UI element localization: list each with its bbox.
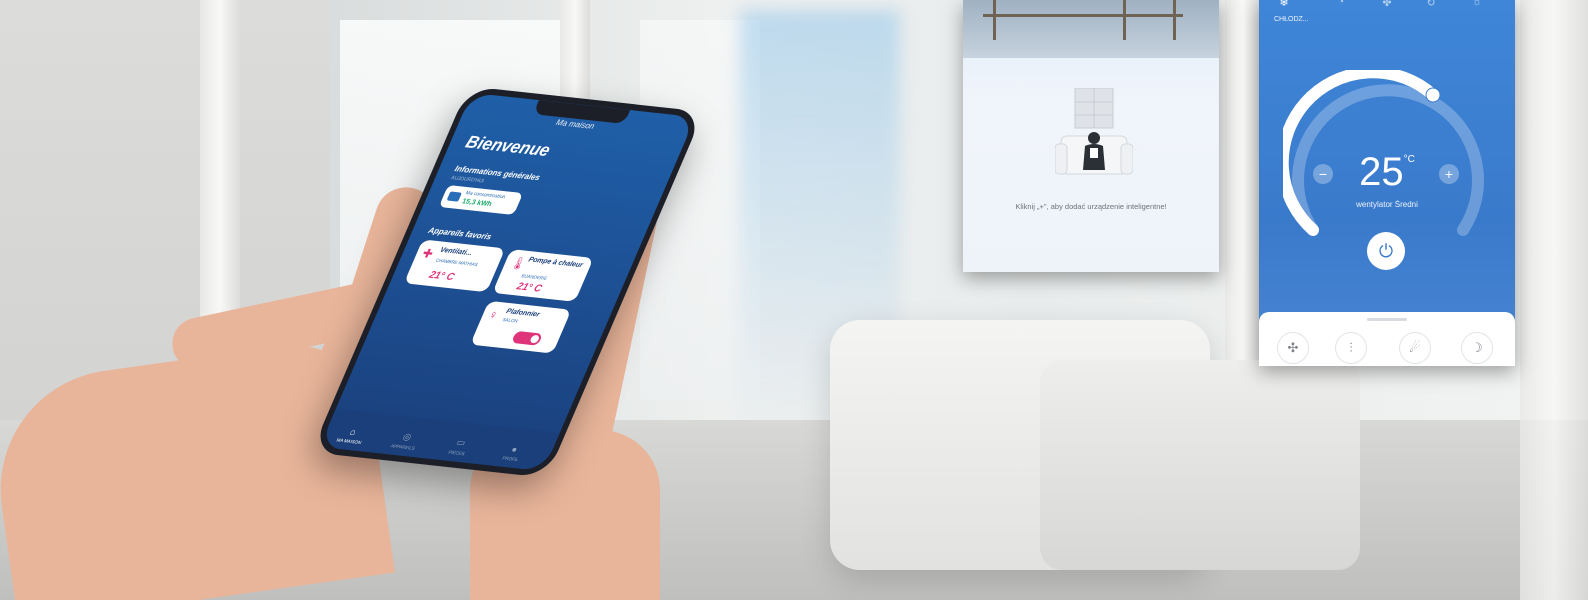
info-subheading: AUJOURD'HUI <box>449 175 485 185</box>
favorites-heading: Appareils favoris <box>426 225 493 242</box>
dry-icon[interactable]: ◔ <box>1329 0 1353 8</box>
devices-icon: ◎ <box>401 431 414 443</box>
mode-label: CHŁODZ... <box>1274 16 1309 23</box>
sleep-icon[interactable]: ☽ <box>1461 332 1493 364</box>
temperature-display: 25°C <box>1359 150 1415 194</box>
empty-state-message: Kliknij „+", aby dodać urządzenie inteli… <box>1015 202 1167 211</box>
ac-control-screen: ❄ ◔ ✤ ↻ ☼ CHŁODZ... − 25°C + wentylator … <box>1259 0 1515 366</box>
device-card-ceiling-light[interactable]: ♀ Plafonnier SALON <box>470 300 572 354</box>
fan-icon: ✚ <box>419 246 436 262</box>
energy-card[interactable]: Ma consommation 15,3 kWh <box>438 184 524 216</box>
device-name: Pompe à chaleur <box>527 256 584 270</box>
device-temp: 21° C <box>427 269 457 284</box>
empty-devices-screen: Kliknij „+", aby dodać urządzenie inteli… <box>963 0 1219 272</box>
home-icon: ⌂ <box>348 426 358 438</box>
tab-devices[interactable]: ◎ APPAREILS <box>378 429 434 452</box>
mode-selector: ❄ ◔ ✤ ↻ ☼ CHŁODZ... <box>1259 0 1515 30</box>
meter-icon <box>446 191 462 202</box>
lightbulb-icon: ♀ <box>486 307 501 323</box>
device-card-ventilation[interactable]: ✚ Ventilati... CHAMBRE MATHIAS 21° C <box>403 239 506 293</box>
energy-value: 15,3 kWh <box>460 198 493 209</box>
drag-handle[interactable] <box>1367 318 1407 321</box>
sliders-icon[interactable]: ⫶ <box>1335 332 1367 364</box>
bottom-controls: ✣ ⫶ ☄ ☽ <box>1259 312 1515 366</box>
device-temp: 21° C <box>514 281 544 295</box>
armchair-illustration <box>1055 88 1133 175</box>
tab-home[interactable]: ⌂ MA MAISON <box>324 424 379 446</box>
sun-icon[interactable]: ☼ <box>1465 0 1489 8</box>
light-toggle[interactable] <box>511 330 544 346</box>
rooms-icon: ▭ <box>454 437 468 448</box>
power-button[interactable]: ⏻ <box>1367 232 1405 270</box>
device-room: SALON <box>501 317 519 324</box>
snowflake-icon[interactable]: ❄ <box>1272 0 1296 9</box>
fan-speed-label: wentylator Średni <box>1356 200 1418 209</box>
fan-icon[interactable]: ✤ <box>1375 0 1399 9</box>
auto-icon[interactable]: ↻ <box>1419 0 1443 9</box>
device-card-heat-pump[interactable]: 🌡 Pompe à chaleur BUANDERIE 21° C <box>492 249 594 302</box>
temperature-plus-button[interactable]: + <box>1439 164 1459 184</box>
device-room: BUANDERIE <box>520 273 549 281</box>
tab-profile[interactable]: ● PROFIL <box>485 442 540 464</box>
turbo-icon[interactable]: ☄ <box>1399 332 1431 364</box>
profile-icon: ● <box>509 444 520 455</box>
power-icon: ⏻ <box>1378 241 1394 261</box>
fan-speed-icon[interactable]: ✣ <box>1277 332 1309 364</box>
device-name: Ventilati... <box>438 246 474 258</box>
temperature-unit: °C <box>1403 154 1415 165</box>
welcome-heading: Bienvenue <box>462 132 554 161</box>
room-photo <box>963 0 1219 58</box>
tab-rooms[interactable]: ▭ PIÈCES <box>432 435 488 458</box>
device-room: CHAMBRE MATHIAS <box>434 257 479 268</box>
